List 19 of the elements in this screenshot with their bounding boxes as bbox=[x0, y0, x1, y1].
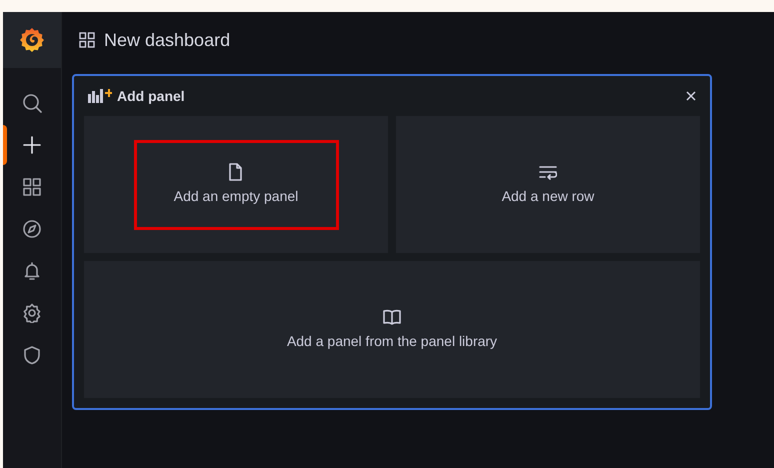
search-icon[interactable] bbox=[22, 93, 42, 113]
close-icon[interactable] bbox=[686, 91, 696, 101]
book-icon bbox=[383, 308, 401, 326]
shield-icon[interactable] bbox=[22, 345, 42, 365]
panel-option[interactable]: Add a panel from the panel library bbox=[84, 261, 700, 398]
panel-option[interactable]: Add a new row bbox=[396, 116, 700, 253]
grid-icon bbox=[79, 32, 95, 48]
dashboards-icon[interactable] bbox=[22, 177, 42, 197]
settings-icon[interactable] bbox=[22, 303, 42, 323]
bell-icon[interactable] bbox=[22, 261, 42, 281]
plus-icon[interactable] bbox=[22, 135, 42, 155]
file-icon bbox=[227, 162, 245, 180]
dashboard-title: New dashboard bbox=[104, 28, 230, 52]
chart-plus-icon bbox=[88, 89, 112, 103]
logo-icon[interactable] bbox=[18, 26, 46, 54]
panel-option[interactable]: Add an empty panel bbox=[84, 116, 388, 253]
active-indicator bbox=[3, 125, 7, 165]
panel-title: Add panel bbox=[117, 86, 185, 106]
compass-icon[interactable] bbox=[22, 219, 42, 239]
